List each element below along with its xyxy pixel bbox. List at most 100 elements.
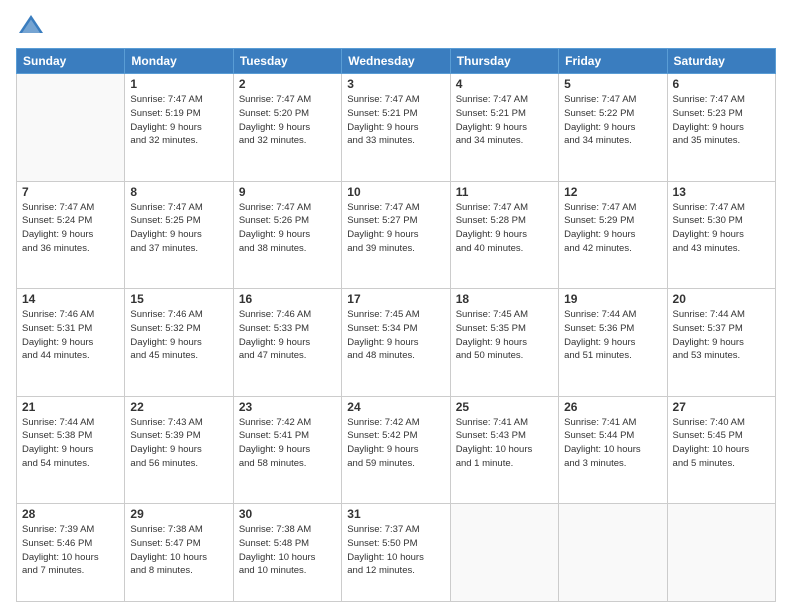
day-number: 3: [347, 77, 444, 91]
day-number: 20: [673, 292, 770, 306]
day-cell: 26 Sunrise: 7:41 AM Sunset: 5:44 PM Dayli…: [559, 396, 667, 504]
day-number: 19: [564, 292, 661, 306]
day-cell: 19 Sunrise: 7:44 AM Sunset: 5:36 PM Dayli…: [559, 289, 667, 397]
day-number: 15: [130, 292, 227, 306]
day-number: 28: [22, 507, 119, 521]
day-number: 18: [456, 292, 553, 306]
day-number: 21: [22, 400, 119, 414]
week-row-4: 21 Sunrise: 7:44 AM Sunset: 5:38 PM Dayli…: [17, 396, 776, 504]
day-cell: [450, 504, 558, 602]
day-cell: 15 Sunrise: 7:46 AM Sunset: 5:32 PM Dayli…: [125, 289, 233, 397]
week-row-5: 28Sunrise: 7:39 AM Sunset: 5:46 PM Dayli…: [17, 504, 776, 602]
day-cell: 12 Sunrise: 7:47 AM Sunset: 5:29 PM Dayli…: [559, 181, 667, 289]
day-cell: [17, 74, 125, 182]
day-cell: 9 Sunrise: 7:47 AM Sunset: 5:26 PM Daylig…: [233, 181, 341, 289]
day-number: 26: [564, 400, 661, 414]
day-info: Sunrise: 7:37 AM Sunset: 5:50 PM Dayligh…: [347, 523, 444, 578]
day-number: 7: [22, 185, 119, 199]
day-cell: 28Sunrise: 7:39 AM Sunset: 5:46 PM Dayli…: [17, 504, 125, 602]
day-info: Sunrise: 7:45 AM Sunset: 5:35 PM Dayligh…: [456, 308, 553, 363]
logo-icon: [16, 12, 46, 42]
day-info: Sunrise: 7:44 AM Sunset: 5:38 PM Dayligh…: [22, 416, 119, 471]
day-number: 16: [239, 292, 336, 306]
day-cell: 16Sunrise: 7:46 AM Sunset: 5:33 PM Dayli…: [233, 289, 341, 397]
day-number: 30: [239, 507, 336, 521]
day-cell: 18 Sunrise: 7:45 AM Sunset: 5:35 PM Dayli…: [450, 289, 558, 397]
week-row-2: 7 Sunrise: 7:47 AM Sunset: 5:24 PM Daylig…: [17, 181, 776, 289]
day-number: 4: [456, 77, 553, 91]
day-info: Sunrise: 7:38 AM Sunset: 5:48 PM Dayligh…: [239, 523, 336, 578]
day-cell: 5 Sunrise: 7:47 AM Sunset: 5:22 PM Daylig…: [559, 74, 667, 182]
day-number: 10: [347, 185, 444, 199]
day-number: 13: [673, 185, 770, 199]
day-info: Sunrise: 7:38 AM Sunset: 5:47 PM Dayligh…: [130, 523, 227, 578]
day-info: Sunrise: 7:42 AM Sunset: 5:42 PM Dayligh…: [347, 416, 444, 471]
day-number: 27: [673, 400, 770, 414]
col-header-monday: Monday: [125, 49, 233, 74]
day-cell: 11 Sunrise: 7:47 AM Sunset: 5:28 PM Dayli…: [450, 181, 558, 289]
day-cell: 27Sunrise: 7:40 AM Sunset: 5:45 PM Dayli…: [667, 396, 775, 504]
day-cell: 23 Sunrise: 7:42 AM Sunset: 5:41 PM Dayli…: [233, 396, 341, 504]
day-info: Sunrise: 7:46 AM Sunset: 5:32 PM Dayligh…: [130, 308, 227, 363]
col-header-friday: Friday: [559, 49, 667, 74]
day-number: 29: [130, 507, 227, 521]
day-info: Sunrise: 7:47 AM Sunset: 5:25 PM Dayligh…: [130, 201, 227, 256]
day-info: Sunrise: 7:47 AM Sunset: 5:21 PM Dayligh…: [456, 93, 553, 148]
day-number: 25: [456, 400, 553, 414]
day-info: Sunrise: 7:46 AM Sunset: 5:31 PM Dayligh…: [22, 308, 119, 363]
day-info: Sunrise: 7:47 AM Sunset: 5:30 PM Dayligh…: [673, 201, 770, 256]
day-info: Sunrise: 7:43 AM Sunset: 5:39 PM Dayligh…: [130, 416, 227, 471]
day-info: Sunrise: 7:44 AM Sunset: 5:37 PM Dayligh…: [673, 308, 770, 363]
day-number: 5: [564, 77, 661, 91]
week-row-3: 14Sunrise: 7:46 AM Sunset: 5:31 PM Dayli…: [17, 289, 776, 397]
day-info: Sunrise: 7:47 AM Sunset: 5:22 PM Dayligh…: [564, 93, 661, 148]
day-info: Sunrise: 7:42 AM Sunset: 5:41 PM Dayligh…: [239, 416, 336, 471]
day-cell: 13 Sunrise: 7:47 AM Sunset: 5:30 PM Dayli…: [667, 181, 775, 289]
day-number: 8: [130, 185, 227, 199]
day-info: Sunrise: 7:47 AM Sunset: 5:26 PM Dayligh…: [239, 201, 336, 256]
day-cell: [667, 504, 775, 602]
day-info: Sunrise: 7:47 AM Sunset: 5:19 PM Dayligh…: [130, 93, 227, 148]
day-cell: 25 Sunrise: 7:41 AM Sunset: 5:43 PM Dayli…: [450, 396, 558, 504]
col-header-wednesday: Wednesday: [342, 49, 450, 74]
col-header-tuesday: Tuesday: [233, 49, 341, 74]
day-number: 12: [564, 185, 661, 199]
day-cell: 10 Sunrise: 7:47 AM Sunset: 5:27 PM Dayli…: [342, 181, 450, 289]
day-info: Sunrise: 7:45 AM Sunset: 5:34 PM Dayligh…: [347, 308, 444, 363]
day-cell: 29 Sunrise: 7:38 AM Sunset: 5:47 PM Dayli…: [125, 504, 233, 602]
day-cell: 24Sunrise: 7:42 AM Sunset: 5:42 PM Dayli…: [342, 396, 450, 504]
day-cell: 30 Sunrise: 7:38 AM Sunset: 5:48 PM Dayli…: [233, 504, 341, 602]
day-info: Sunrise: 7:47 AM Sunset: 5:29 PM Dayligh…: [564, 201, 661, 256]
week-row-1: 1 Sunrise: 7:47 AM Sunset: 5:19 PM Daylig…: [17, 74, 776, 182]
day-number: 9: [239, 185, 336, 199]
day-info: Sunrise: 7:47 AM Sunset: 5:24 PM Dayligh…: [22, 201, 119, 256]
day-cell: 22Sunrise: 7:43 AM Sunset: 5:39 PM Dayli…: [125, 396, 233, 504]
header-row: SundayMondayTuesdayWednesdayThursdayFrid…: [17, 49, 776, 74]
day-info: Sunrise: 7:47 AM Sunset: 5:20 PM Dayligh…: [239, 93, 336, 148]
day-cell: 21 Sunrise: 7:44 AM Sunset: 5:38 PM Dayli…: [17, 396, 125, 504]
day-info: Sunrise: 7:41 AM Sunset: 5:43 PM Dayligh…: [456, 416, 553, 471]
day-cell: 17 Sunrise: 7:45 AM Sunset: 5:34 PM Dayli…: [342, 289, 450, 397]
day-cell: 7 Sunrise: 7:47 AM Sunset: 5:24 PM Daylig…: [17, 181, 125, 289]
day-cell: [559, 504, 667, 602]
day-number: 31: [347, 507, 444, 521]
day-cell: 3Sunrise: 7:47 AM Sunset: 5:21 PM Daylig…: [342, 74, 450, 182]
day-cell: 2Sunrise: 7:47 AM Sunset: 5:20 PM Daylig…: [233, 74, 341, 182]
col-header-sunday: Sunday: [17, 49, 125, 74]
day-info: Sunrise: 7:47 AM Sunset: 5:27 PM Dayligh…: [347, 201, 444, 256]
day-number: 1: [130, 77, 227, 91]
day-cell: 14Sunrise: 7:46 AM Sunset: 5:31 PM Dayli…: [17, 289, 125, 397]
day-cell: 6Sunrise: 7:47 AM Sunset: 5:23 PM Daylig…: [667, 74, 775, 182]
day-number: 11: [456, 185, 553, 199]
day-info: Sunrise: 7:44 AM Sunset: 5:36 PM Dayligh…: [564, 308, 661, 363]
header: [16, 12, 776, 42]
day-info: Sunrise: 7:47 AM Sunset: 5:28 PM Dayligh…: [456, 201, 553, 256]
logo: [16, 12, 50, 42]
calendar-table: SundayMondayTuesdayWednesdayThursdayFrid…: [16, 48, 776, 602]
day-number: 23: [239, 400, 336, 414]
page: SundayMondayTuesdayWednesdayThursdayFrid…: [0, 0, 792, 612]
day-cell: 31 Sunrise: 7:37 AM Sunset: 5:50 PM Dayli…: [342, 504, 450, 602]
day-info: Sunrise: 7:41 AM Sunset: 5:44 PM Dayligh…: [564, 416, 661, 471]
day-number: 17: [347, 292, 444, 306]
day-cell: 4 Sunrise: 7:47 AM Sunset: 5:21 PM Daylig…: [450, 74, 558, 182]
